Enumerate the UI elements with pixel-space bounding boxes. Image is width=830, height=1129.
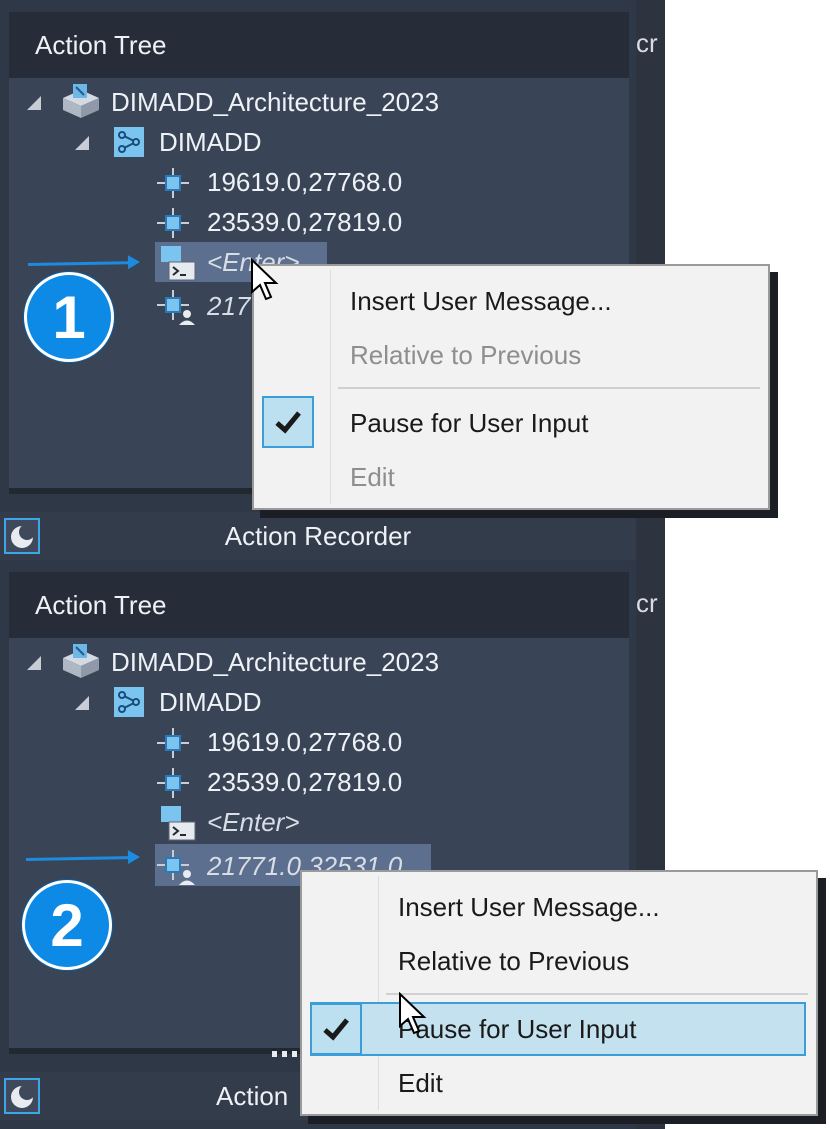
tree-command-node[interactable]: DIMADD [9, 682, 629, 722]
tree-command-node[interactable]: DIMADD [9, 122, 629, 162]
tree-point-node[interactable]: 23539.0,27819.0 [9, 762, 629, 802]
tree-point-node[interactable]: 19619.0,27768.0 [9, 722, 629, 762]
tree-root-node[interactable]: DIMADD_Architecture_2023 [9, 82, 629, 122]
point-pick-icon [157, 208, 189, 238]
background-label: cr [636, 28, 658, 58]
mouse-cursor-icon [399, 992, 427, 1035]
menu-separator [338, 387, 760, 389]
tree-point-node[interactable]: 19619.0,27768.0 [9, 162, 629, 202]
command-line-icon [161, 806, 196, 841]
action-recorder-title: Action Recorder [224, 521, 412, 551]
action-recorder-footer: Action Recorder [0, 512, 636, 560]
resize-grip-icon[interactable] [272, 1051, 302, 1057]
context-menu-1: Insert User Message... Relative to Previ… [252, 264, 770, 510]
user-input-point-icon [157, 290, 195, 325]
tree-point-label: 19619.0,27768.0 [207, 727, 403, 757]
macro-box-icon [63, 644, 99, 678]
action-recorder-title: Action [216, 1081, 289, 1111]
menu-item-edit[interactable]: Edit [254, 450, 768, 504]
point-pick-icon [157, 768, 189, 798]
menu-item-edit[interactable]: Edit [302, 1056, 816, 1110]
tree-root-label: DIMADD_Architecture_2023 [111, 87, 440, 117]
menu-item-relative-to-previous[interactable]: Relative to Previous [254, 328, 768, 382]
collapse-arrow-icon[interactable] [75, 136, 89, 150]
step-badge-1: 1 [24, 272, 114, 362]
tree-enter-node[interactable]: <Enter> [9, 802, 629, 842]
tree-point-label: 23539.0,27819.0 [207, 767, 403, 797]
collapse-arrow-icon[interactable] [27, 656, 41, 670]
menu-item-insert-user-message[interactable]: Insert User Message... [254, 274, 768, 328]
tree-root-label: DIMADD_Architecture_2023 [111, 647, 440, 677]
tree-command-label: DIMADD [159, 687, 262, 717]
menu-separator [386, 993, 808, 995]
menu-item-insert-user-message[interactable]: Insert User Message... [302, 880, 816, 934]
command-icon [114, 127, 144, 157]
tree-enter-label: <Enter> [207, 807, 300, 837]
macro-box-icon [63, 84, 99, 118]
menu-item-relative-to-previous[interactable]: Relative to Previous [302, 934, 816, 988]
command-line-icon [161, 246, 196, 281]
tree-user-point-label: 217 [207, 291, 251, 321]
tree-root-node[interactable]: DIMADD_Architecture_2023 [9, 642, 629, 682]
user-input-point-icon [157, 850, 195, 885]
context-menu-2: Insert User Message... Relative to Previ… [300, 870, 818, 1116]
background-label: cr [636, 588, 658, 618]
menu-item-pause-for-user-input[interactable]: Pause for User Input [302, 1002, 816, 1056]
menu-item-pause-for-user-input[interactable]: Pause for User Input [254, 396, 768, 450]
collapse-arrow-icon[interactable] [27, 96, 41, 110]
step-badge-2: 2 [22, 880, 112, 970]
point-pick-icon [157, 728, 189, 758]
tree-point-label: 19619.0,27768.0 [207, 167, 403, 197]
tree-command-label: DIMADD [159, 127, 262, 157]
action-tree-header: Action Tree [9, 572, 629, 638]
collapse-arrow-icon[interactable] [75, 696, 89, 710]
mouse-cursor-icon [251, 258, 279, 301]
tree-point-label: 23539.0,27819.0 [207, 207, 403, 237]
tree-point-node[interactable]: 23539.0,27819.0 [9, 202, 629, 242]
point-pick-icon [157, 168, 189, 198]
action-tree-header: Action Tree [9, 12, 629, 78]
command-icon [114, 687, 144, 717]
action-recorder-icon[interactable] [4, 1078, 40, 1114]
